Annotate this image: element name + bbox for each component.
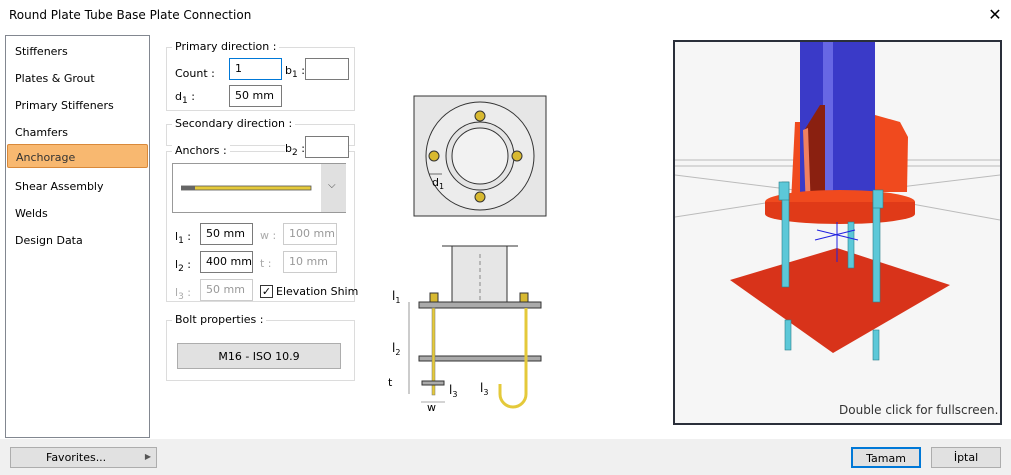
w-input: 100 mm	[283, 223, 337, 245]
anchor-plan-diagram: d1	[413, 95, 547, 217]
cancel-button[interactable]: İptal	[931, 447, 1001, 468]
w-label: w :	[260, 229, 277, 242]
chevron-right-icon: ▶	[144, 452, 151, 461]
b2-label: b2 :	[285, 142, 305, 159]
favorites-label: Favorites...	[46, 451, 107, 464]
sidebar-item-welds[interactable]: Welds	[7, 201, 148, 223]
anchors-title: Anchors :	[172, 144, 230, 157]
sidebar-item-primary-stiffeners[interactable]: Primary Stiffeners	[7, 93, 148, 115]
l3-label: l3 :	[175, 286, 191, 303]
close-icon[interactable]: ✕	[986, 5, 1004, 24]
ok-button[interactable]: Tamam	[851, 447, 921, 468]
t-label: t :	[260, 257, 272, 270]
l1-label: l1 :	[175, 230, 191, 247]
w-dimension-label: w	[427, 401, 436, 414]
title-bar: Round Plate Tube Base Plate Connection ✕	[0, 0, 1011, 32]
elevation-shim-checkbox[interactable]: ✓	[260, 285, 273, 298]
sidebar-item-chamfers[interactable]: Chamfers	[7, 120, 148, 142]
l2-input[interactable]: 400 mm	[200, 251, 253, 273]
l1-dimension-label: l1	[392, 289, 400, 305]
secondary-direction-title: Secondary direction :	[172, 117, 296, 130]
favorites-button[interactable]: Favorites... ▶	[10, 447, 157, 468]
count-input[interactable]: 1	[229, 58, 282, 80]
l1-input[interactable]: 50 mm	[200, 223, 253, 245]
sidebar-item-design-data[interactable]: Design Data	[7, 228, 148, 250]
l2-dimension-label: l2	[392, 341, 400, 357]
3d-model-render	[675, 42, 1000, 361]
b2-input[interactable]	[305, 136, 349, 158]
dropdown-toggle[interactable]: ⌵	[321, 164, 346, 212]
sidebar-list: Stiffeners Plates & Grout Primary Stiffe…	[5, 35, 150, 438]
anchor-elevation-diagram: l1 l2 t l3 l3 w	[388, 245, 542, 414]
sidebar-item-shear-assembly[interactable]: Shear Assembly	[7, 174, 148, 196]
footer-bar: Favorites... ▶ Tamam İptal	[0, 439, 1011, 475]
b1-input[interactable]	[305, 58, 349, 80]
l2-label: l2 :	[175, 258, 191, 275]
b1-label: b1 :	[285, 64, 305, 81]
bolt-properties-button[interactable]: M16 - ISO 10.9	[177, 343, 341, 369]
t-input: 10 mm	[283, 251, 337, 273]
d1-input[interactable]: 50 mm	[229, 85, 282, 107]
chevron-down-icon: ⌵	[328, 180, 336, 191]
sidebar-item-plates-grout[interactable]: Plates & Grout	[7, 66, 148, 88]
fullscreen-hint: Double click for fullscreen.	[839, 403, 999, 417]
window-title: Round Plate Tube Base Plate Connection	[9, 8, 252, 22]
elevation-shim-label[interactable]: Elevation Shim	[276, 285, 358, 298]
straight-anchor-rod-icon	[181, 185, 312, 191]
l3-input: 50 mm	[200, 279, 253, 301]
bolt-properties-title: Bolt properties :	[172, 313, 267, 326]
count-label: Count :	[175, 67, 215, 80]
3d-preview-viewport[interactable]: Double click for fullscreen.	[673, 40, 1002, 425]
primary-direction-title: Primary direction :	[172, 40, 280, 53]
d1-label: d1 :	[175, 90, 195, 107]
l3-hook-dimension-label: l3	[480, 381, 488, 397]
anchor-type-dropdown[interactable]: ⌵	[172, 163, 346, 213]
l3-dimension-label: l3	[449, 383, 457, 399]
sidebar-item-anchorage[interactable]: Anchorage	[7, 144, 148, 168]
sidebar-item-stiffeners[interactable]: Stiffeners	[7, 39, 148, 61]
t-dimension-label: t	[388, 376, 393, 389]
